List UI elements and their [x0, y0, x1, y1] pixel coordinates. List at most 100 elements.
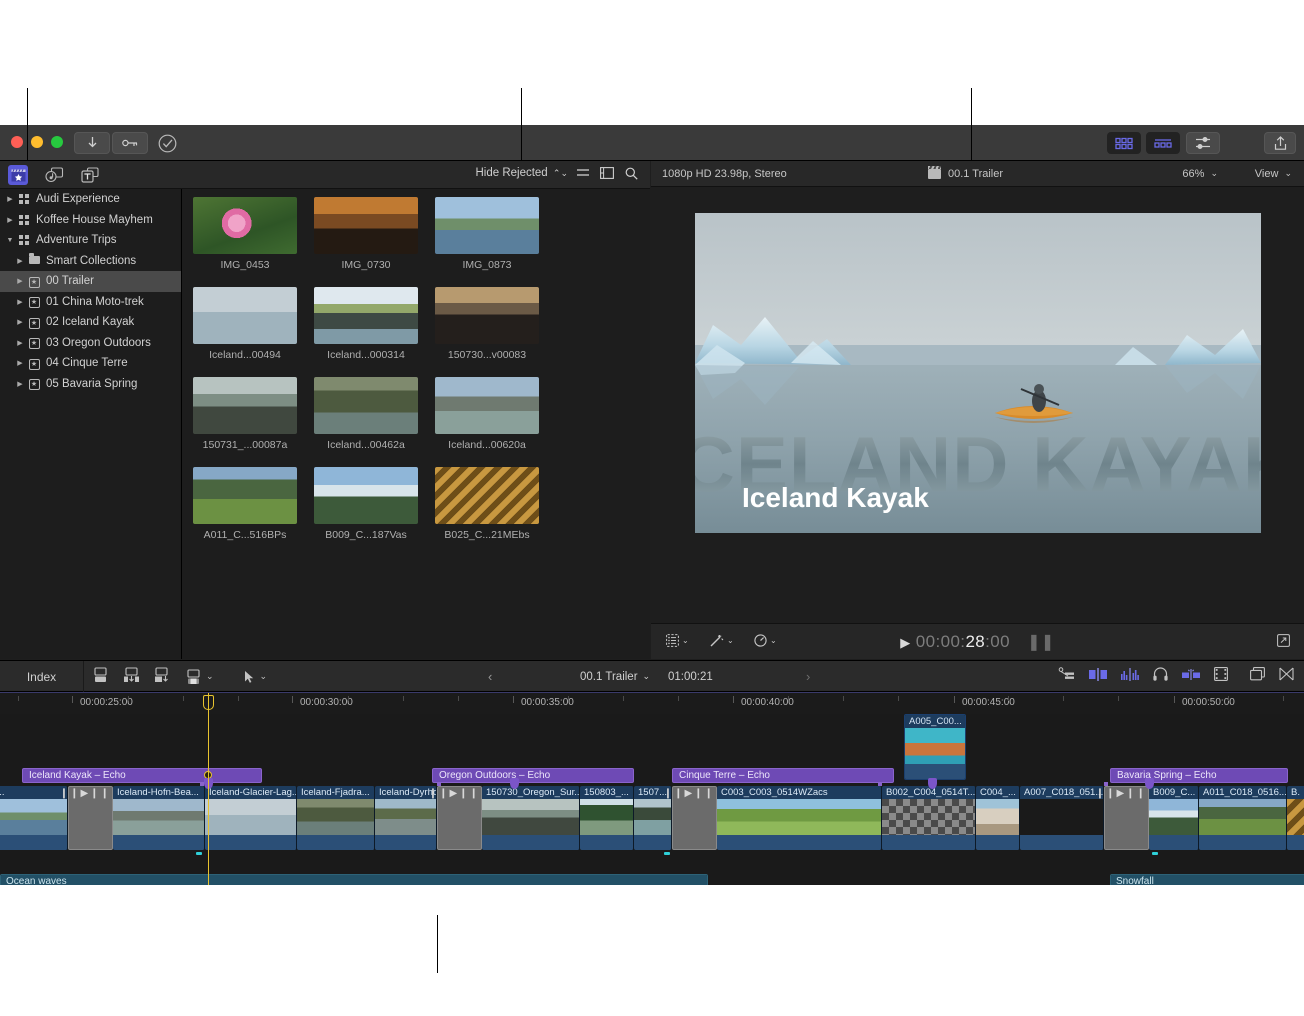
append-button[interactable] — [154, 667, 171, 686]
share-button[interactable] — [1264, 132, 1296, 154]
libraries-sidebar[interactable]: ▶Audi Experience▶Koffee House Mayhem▼Adv… — [0, 189, 182, 659]
clip-thumbnail[interactable] — [435, 467, 539, 524]
video-clip[interactable]: I... — [0, 786, 68, 850]
keywords-button[interactable] — [112, 132, 148, 154]
video-clip[interactable]: C004_... — [976, 786, 1020, 850]
clip-thumbnail[interactable] — [193, 287, 297, 344]
video-clip[interactable]: B002_C004_0514T... — [882, 786, 976, 850]
timeline-history-forward[interactable]: › — [806, 661, 810, 692]
title-clip[interactable]: Cinque Terre – Echo — [672, 768, 894, 783]
video-clip[interactable]: A011_C018_0516... — [1199, 786, 1287, 850]
timeline-ruler[interactable]: 00:00:25:0000:00:30:0000:00:35:0000:00:4… — [0, 692, 1304, 714]
browser-clip[interactable]: IMG_0730 — [314, 197, 418, 271]
browser-clip[interactable]: IMG_0453 — [193, 197, 297, 271]
select-tool-button[interactable]: ⌄ — [244, 670, 268, 684]
video-clip[interactable]: Iceland-Hofn-Bea... — [113, 786, 205, 850]
audio-clip[interactable]: Ocean waves — [0, 874, 708, 885]
marker-pin[interactable] — [510, 778, 519, 789]
connect-button[interactable] — [92, 667, 109, 686]
clip-thumbnail[interactable] — [435, 377, 539, 434]
sidebar-item-02-iceland-kayak[interactable]: ▶★02 Iceland Kayak — [0, 312, 181, 333]
timeline-index-button[interactable]: Index — [0, 661, 84, 692]
inspector-toggle-button[interactable] — [1186, 132, 1220, 154]
timeline-toggle-button[interactable] — [1146, 132, 1180, 154]
audio-monitor-button[interactable] — [1153, 667, 1168, 686]
photos-audio-tab[interactable] — [44, 165, 64, 185]
viewer-canvas[interactable]: ICELAND KAYAK Iceland Kayak — [695, 213, 1261, 533]
clip-thumbnail[interactable] — [435, 197, 539, 254]
audio-clip[interactable]: Snowfall — [1110, 874, 1304, 885]
sidebar-item-adventure-trips[interactable]: ▼Adventure Trips — [0, 230, 181, 251]
libraries-tab[interactable] — [8, 165, 28, 185]
browser-clip[interactable]: Iceland...00620a — [435, 377, 539, 451]
disclosure-open-icon[interactable]: ▼ — [4, 237, 16, 244]
video-clip[interactable]: A007_C018_051... — [1020, 786, 1104, 850]
filmstrip-button[interactable] — [1214, 667, 1228, 686]
video-clip[interactable]: 150730_Oregon_Sur... — [482, 786, 580, 850]
viewer-view-popup[interactable]: View ⌄ — [1255, 168, 1292, 180]
minimize-window-button[interactable] — [31, 136, 43, 148]
video-clip[interactable]: Iceland-Dyrholaey... — [375, 786, 437, 850]
video-clip[interactable]: Iceland-Fjadra... — [297, 786, 375, 850]
video-clip[interactable]: 150803_... — [580, 786, 634, 850]
clip-thumbnail[interactable] — [193, 197, 297, 254]
disclosure-closed-icon[interactable]: ▶ — [4, 216, 16, 224]
browser-clip[interactable]: 150731_...00087a — [193, 377, 297, 451]
audio-meters-button[interactable] — [1121, 668, 1139, 686]
search-icon[interactable] — [625, 167, 638, 183]
clip-appearance-button[interactable] — [1089, 668, 1107, 686]
clip-thumbnail[interactable] — [314, 467, 418, 524]
connected-clip[interactable]: A005_C00... — [904, 714, 966, 780]
disclosure-closed-icon[interactable]: ▶ — [14, 257, 26, 265]
trim-button[interactable] — [1058, 667, 1075, 687]
clip-thumbnail[interactable] — [193, 467, 297, 524]
disclosure-closed-icon[interactable]: ▶ — [4, 195, 16, 203]
browser-toggle-button[interactable] — [1107, 132, 1141, 154]
clip-thumbnail[interactable] — [314, 197, 418, 254]
filter-popup[interactable]: Hide Rejected ⌃⌄ — [475, 167, 568, 179]
title-clip[interactable]: Oregon Outdoors – Echo — [432, 768, 634, 783]
overwrite-button[interactable]: ⌄ — [185, 669, 214, 685]
list-view-icon[interactable] — [576, 167, 590, 181]
close-timeline-button[interactable] — [1279, 667, 1294, 686]
browser-filmstrip-area[interactable]: IMG_0453IMG_0730IMG_0873Iceland...00494I… — [182, 189, 650, 659]
zoom-window-button[interactable] — [51, 136, 63, 148]
timeline-canvas[interactable]: I...❙❙▶❙❙❙Iceland-Hofn-Bea...Iceland-Gla… — [0, 714, 1304, 885]
sidebar-item-04-cinque-terre[interactable]: ▶★04 Cinque Terre — [0, 353, 181, 374]
clip-thumbnail[interactable] — [314, 377, 418, 434]
video-clip[interactable]: Iceland-Glacier-Lag... — [205, 786, 297, 850]
sidebar-item-audi-experience[interactable]: ▶Audi Experience — [0, 189, 181, 210]
clip-thumbnail[interactable] — [193, 377, 297, 434]
sidebar-item-03-oregon-outdoors[interactable]: ▶★03 Oregon Outdoors — [0, 333, 181, 354]
filmstrip-view-icon[interactable] — [600, 167, 614, 182]
insert-button[interactable] — [123, 667, 140, 686]
browser-clip[interactable]: B025_C...21MEbs — [435, 467, 539, 541]
timeline-history-back[interactable]: ‹ — [488, 661, 492, 692]
title-clip[interactable]: Iceland Kayak – Echo — [22, 768, 262, 783]
browser-clip[interactable]: IMG_0873 — [435, 197, 539, 271]
titles-generators-tab[interactable] — [80, 165, 100, 185]
video-clip[interactable]: B. — [1287, 786, 1304, 850]
disclosure-closed-icon[interactable]: ▶ — [14, 380, 26, 388]
disclosure-closed-icon[interactable]: ▶ — [14, 318, 26, 326]
clip-thumbnail[interactable] — [314, 287, 418, 344]
sidebar-item-koffee-house-mayhem[interactable]: ▶Koffee House Mayhem — [0, 210, 181, 231]
close-window-button[interactable] — [11, 136, 23, 148]
background-tasks-button[interactable] — [152, 132, 182, 154]
playhead[interactable] — [208, 714, 209, 885]
viewer-zoom-popup[interactable]: 66% ⌄ — [1182, 168, 1218, 180]
sidebar-item-smart-collections[interactable]: ▶Smart Collections — [0, 251, 181, 272]
browser-clip[interactable]: B009_C...187Vas — [314, 467, 418, 541]
sidebar-item-00-trailer[interactable]: ▶★00 Trailer — [0, 271, 181, 292]
disclosure-closed-icon[interactable]: ▶ — [14, 277, 26, 285]
browser-clip[interactable]: Iceland...00462a — [314, 377, 418, 451]
marker-pin[interactable] — [1145, 778, 1154, 789]
disclosure-closed-icon[interactable]: ▶ — [14, 298, 26, 306]
import-media-button[interactable] — [74, 132, 110, 154]
transition-clip[interactable]: ❙❙▶❙❙❙ — [68, 786, 113, 850]
detach-window-button[interactable] — [1250, 667, 1265, 686]
browser-clip[interactable]: Iceland...000314 — [314, 287, 418, 361]
disclosure-closed-icon[interactable]: ▶ — [14, 339, 26, 347]
browser-clip[interactable]: Iceland...00494 — [193, 287, 297, 361]
transition-clip[interactable]: ❙❙▶❙❙❙ — [437, 786, 482, 850]
